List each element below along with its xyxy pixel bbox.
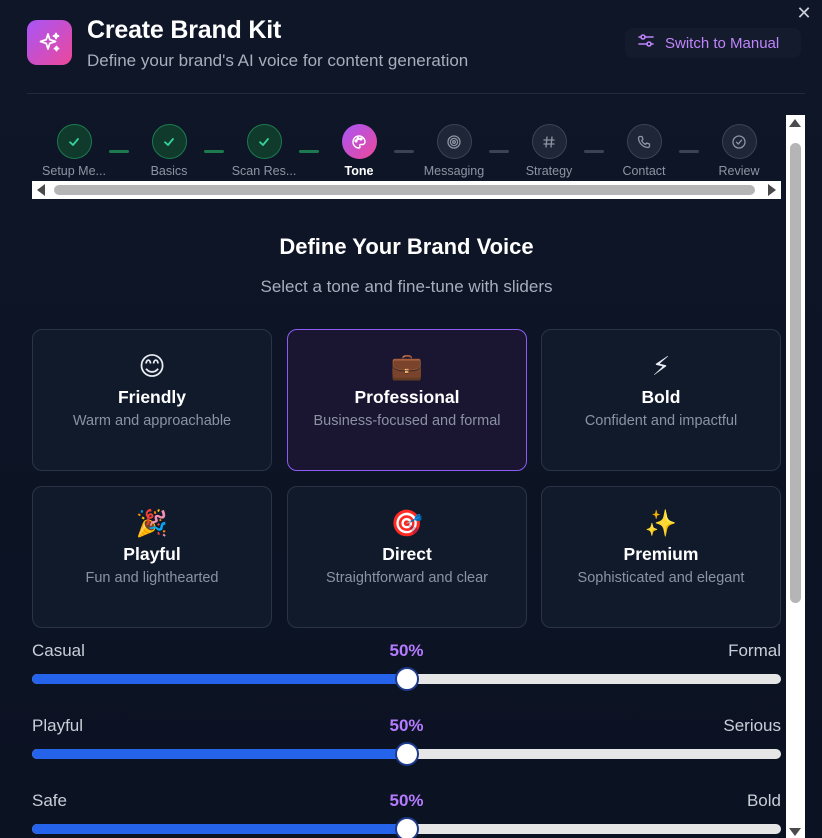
switch-to-manual-button[interactable]: Switch to Manual (625, 28, 801, 58)
step-connector (204, 150, 224, 153)
step-review[interactable]: Review (701, 124, 777, 178)
tone-card-friendly[interactable]: 😊 Friendly Warm and approachable (32, 329, 272, 471)
sparkles-logo-icon (27, 20, 72, 65)
tone-card-professional[interactable]: 💼 Professional Business-focused and form… (287, 329, 527, 471)
target-icon (436, 124, 472, 159)
scroll-left-arrow-icon[interactable] (37, 184, 45, 196)
step-setup-method[interactable]: Setup Me... (36, 124, 112, 178)
sliders-icon (637, 32, 655, 54)
check-icon (151, 124, 187, 159)
scroll-right-arrow-icon[interactable] (768, 184, 776, 196)
slider-fill (32, 824, 407, 834)
party-popper-icon: 🎉 (135, 508, 169, 538)
tone-card-premium[interactable]: ✨ Premium Sophisticated and elegant (541, 486, 781, 628)
slider-playful-serious: Playful 50% Serious (32, 716, 781, 776)
step-label: Review (718, 164, 760, 178)
check-circle-icon (721, 124, 757, 159)
step-label: Basics (150, 164, 188, 178)
step-label: Messaging (423, 164, 485, 178)
step-strategy[interactable]: Strategy (511, 124, 587, 178)
tone-card-description: Warm and approachable (72, 413, 232, 429)
progress-stepper: Setup Me... Basics Scan Res... Tone Mess… (32, 115, 781, 181)
step-connector (109, 150, 129, 153)
lightning-icon: ⚡ (651, 351, 671, 381)
slider-casual-formal: Casual 50% Formal (32, 641, 781, 701)
slider-handle[interactable] (394, 817, 419, 838)
modal-title: Create Brand Kit (87, 16, 282, 44)
step-connector (299, 150, 319, 153)
slider-track[interactable] (32, 742, 781, 766)
step-connector (679, 150, 699, 153)
scroll-up-arrow-icon[interactable] (789, 119, 801, 127)
brand-kit-modal: ✕ Create Brand Kit Define your brand's A… (0, 0, 822, 838)
slider-track[interactable] (32, 817, 781, 838)
step-label: Scan Res... (231, 164, 297, 178)
bullseye-icon: 🎯 (390, 508, 424, 538)
sparkles-icon: ✨ (644, 508, 678, 538)
stepper-horizontal-scrollbar[interactable] (32, 181, 781, 199)
section-subtitle: Select a tone and fine-tune with sliders (260, 277, 553, 296)
check-icon (56, 124, 92, 159)
tone-card-direct[interactable]: 🎯 Direct Straightforward and clear (287, 486, 527, 628)
slider-value: 50% (389, 716, 424, 735)
tone-card-title: Professional (354, 387, 460, 407)
modal-subtitle: Define your brand's AI voice for content… (87, 51, 469, 70)
tone-card-title: Bold (641, 387, 681, 407)
content-vertical-scrollbar[interactable] (786, 115, 805, 838)
step-label: Strategy (525, 164, 573, 178)
slider-right-label: Serious (723, 716, 781, 735)
slider-value: 50% (389, 791, 424, 810)
close-button[interactable]: ✕ (794, 4, 814, 24)
slider-right-label: Formal (728, 641, 781, 660)
slider-track[interactable] (32, 667, 781, 691)
slider-fill (32, 674, 407, 684)
step-connector (584, 150, 604, 153)
slider-safe-bold: Safe 50% Bold (32, 791, 781, 838)
scroll-down-arrow-icon[interactable] (789, 828, 801, 836)
slider-right-label: Bold (746, 791, 781, 810)
step-scan-results[interactable]: Scan Res... (226, 124, 302, 178)
step-contact[interactable]: Contact (606, 124, 682, 178)
step-messaging[interactable]: Messaging (416, 124, 492, 178)
smiling-face-icon: 😊 (138, 351, 166, 381)
scrollbar-thumb[interactable] (54, 185, 755, 195)
slider-value: 50% (389, 641, 424, 660)
tone-card-description: Business-focused and formal (313, 413, 501, 429)
step-label: Tone (344, 164, 374, 178)
step-label: Contact (622, 164, 666, 178)
tone-card-playful[interactable]: 🎉 Playful Fun and lighthearted (32, 486, 272, 628)
tone-card-title: Playful (123, 544, 181, 564)
tone-card-description: Fun and lighthearted (85, 570, 219, 586)
briefcase-icon: 💼 (390, 351, 424, 381)
slider-handle[interactable] (394, 667, 419, 691)
step-connector (489, 150, 509, 153)
step-basics[interactable]: Basics (131, 124, 207, 178)
tone-card-title: Direct (382, 544, 432, 564)
scrollbar-thumb[interactable] (790, 143, 801, 603)
hash-icon (531, 124, 567, 159)
tone-card-bold[interactable]: ⚡ Bold Confident and impactful (541, 329, 781, 471)
header-divider (27, 93, 805, 94)
switch-to-manual-label: Switch to Manual (665, 34, 780, 52)
step-label: Setup Me... (42, 164, 106, 178)
tone-card-description: Confident and impactful (584, 413, 738, 429)
slider-fill (32, 749, 407, 759)
tone-card-description: Sophisticated and elegant (577, 570, 745, 586)
palette-icon (341, 124, 377, 159)
slider-handle[interactable] (394, 742, 419, 766)
tone-card-description: Straightforward and clear (326, 570, 488, 586)
section-title: Define Your Brand Voice (279, 234, 534, 259)
step-tone[interactable]: Tone (321, 124, 397, 178)
tone-card-title: Friendly (117, 387, 187, 407)
check-icon (246, 124, 282, 159)
step-connector (394, 150, 414, 153)
phone-icon (626, 124, 662, 159)
tone-card-title: Premium (623, 544, 699, 564)
